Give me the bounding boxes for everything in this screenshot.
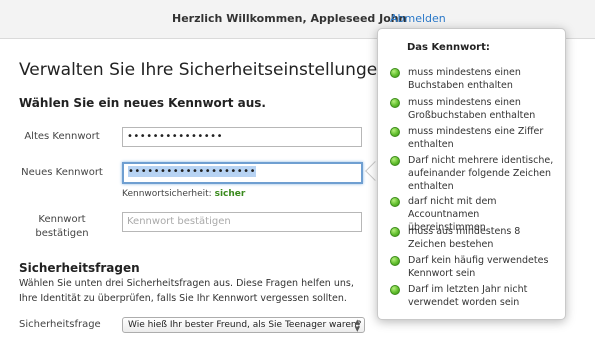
requirement-text: Darf nicht mehrere identische, aufeinand… bbox=[408, 155, 554, 192]
requirement-text: muss mindestens einen Buchstaben enthalt… bbox=[408, 67, 521, 91]
new-password-value: •••••••••••••••••••• bbox=[128, 166, 256, 177]
password-requirements-popover: Das Kennwort: muss mindestens einen Buch… bbox=[377, 28, 566, 320]
check-dot-icon bbox=[390, 285, 400, 295]
new-password-label: Neues Kennwort bbox=[21, 167, 103, 178]
password-section-title: Wählen Sie ein neues Kennwort aus. bbox=[19, 96, 266, 110]
requirement-text: Darf im letzten Jahr nicht verwendet wor… bbox=[408, 284, 528, 308]
requirement-item: Darf im letzten Jahr nicht verwendet wor… bbox=[390, 283, 560, 309]
check-dot-icon bbox=[390, 156, 400, 166]
confirm-password-label-line1: Kennwort bbox=[38, 214, 86, 225]
security-questions-title: Sicherheitsfragen bbox=[19, 261, 140, 275]
old-password-value: ••••••••••••••• bbox=[127, 131, 223, 142]
check-dot-icon bbox=[390, 256, 400, 266]
password-strength-value: sicher bbox=[214, 189, 246, 199]
password-strength: Kennwortsicherheit: sicher bbox=[122, 189, 245, 199]
popover-title: Das Kennwort: bbox=[407, 42, 490, 53]
security-questions-description: Wählen Sie unten drei Sicherheitsfragen … bbox=[19, 278, 354, 304]
security-question-value: Wie hieß Ihr bester Freund, als Sie Teen… bbox=[128, 320, 362, 330]
old-password-field[interactable]: ••••••••••••••• bbox=[122, 127, 362, 147]
new-password-field[interactable]: •••••••••••••••••••• bbox=[122, 162, 363, 184]
select-arrows-icon: ▲ ▼ bbox=[354, 318, 360, 333]
requirement-item: Darf nicht mehrere identische, aufeinand… bbox=[390, 154, 560, 193]
logout-link[interactable]: Abmelden bbox=[390, 12, 446, 25]
confirm-password-label-line2: bestätigen bbox=[35, 228, 89, 239]
requirement-item: muss mindestens einen Buchstaben enthalt… bbox=[390, 66, 560, 92]
check-dot-icon bbox=[390, 127, 400, 137]
requirement-item: muss mindestens einen Großbuchstaben ent… bbox=[390, 96, 560, 122]
confirm-password-field[interactable]: Kennwort bestätigen bbox=[122, 212, 362, 232]
confirm-password-placeholder: Kennwort bestätigen bbox=[127, 216, 231, 227]
confirm-password-label: Kennwort bestätigen bbox=[12, 213, 112, 241]
requirement-item: Darf kein häufig verwendetes Kennwort se… bbox=[390, 254, 560, 280]
password-strength-label: Kennwortsicherheit: bbox=[122, 189, 212, 199]
old-password-label: Altes Kennwort bbox=[24, 131, 100, 142]
requirement-item: muss mindestens eine Ziffer enthalten bbox=[390, 125, 560, 151]
check-dot-icon bbox=[390, 197, 400, 207]
check-dot-icon bbox=[390, 98, 400, 108]
requirement-item: muss aus mindestens 8 Zeichen bestehen bbox=[390, 225, 560, 251]
page-title: Verwalten Sie Ihre Sicherheitseinstellun… bbox=[19, 60, 394, 80]
welcome-text: Herzlich Willkommen, Appleseed John bbox=[172, 12, 407, 25]
requirement-text: muss mindestens einen Großbuchstaben ent… bbox=[408, 97, 536, 121]
requirement-text: muss mindestens eine Ziffer enthalten bbox=[408, 126, 544, 150]
requirement-text: muss aus mindestens 8 Zeichen bestehen bbox=[408, 226, 521, 250]
security-question-label: Sicherheitsfrage bbox=[19, 319, 101, 330]
check-dot-icon bbox=[390, 227, 400, 237]
check-dot-icon bbox=[390, 68, 400, 78]
security-question-select[interactable]: Wie hieß Ihr bester Freund, als Sie Teen… bbox=[122, 317, 365, 333]
requirement-text: Darf kein häufig verwendetes Kennwort se… bbox=[408, 255, 549, 279]
